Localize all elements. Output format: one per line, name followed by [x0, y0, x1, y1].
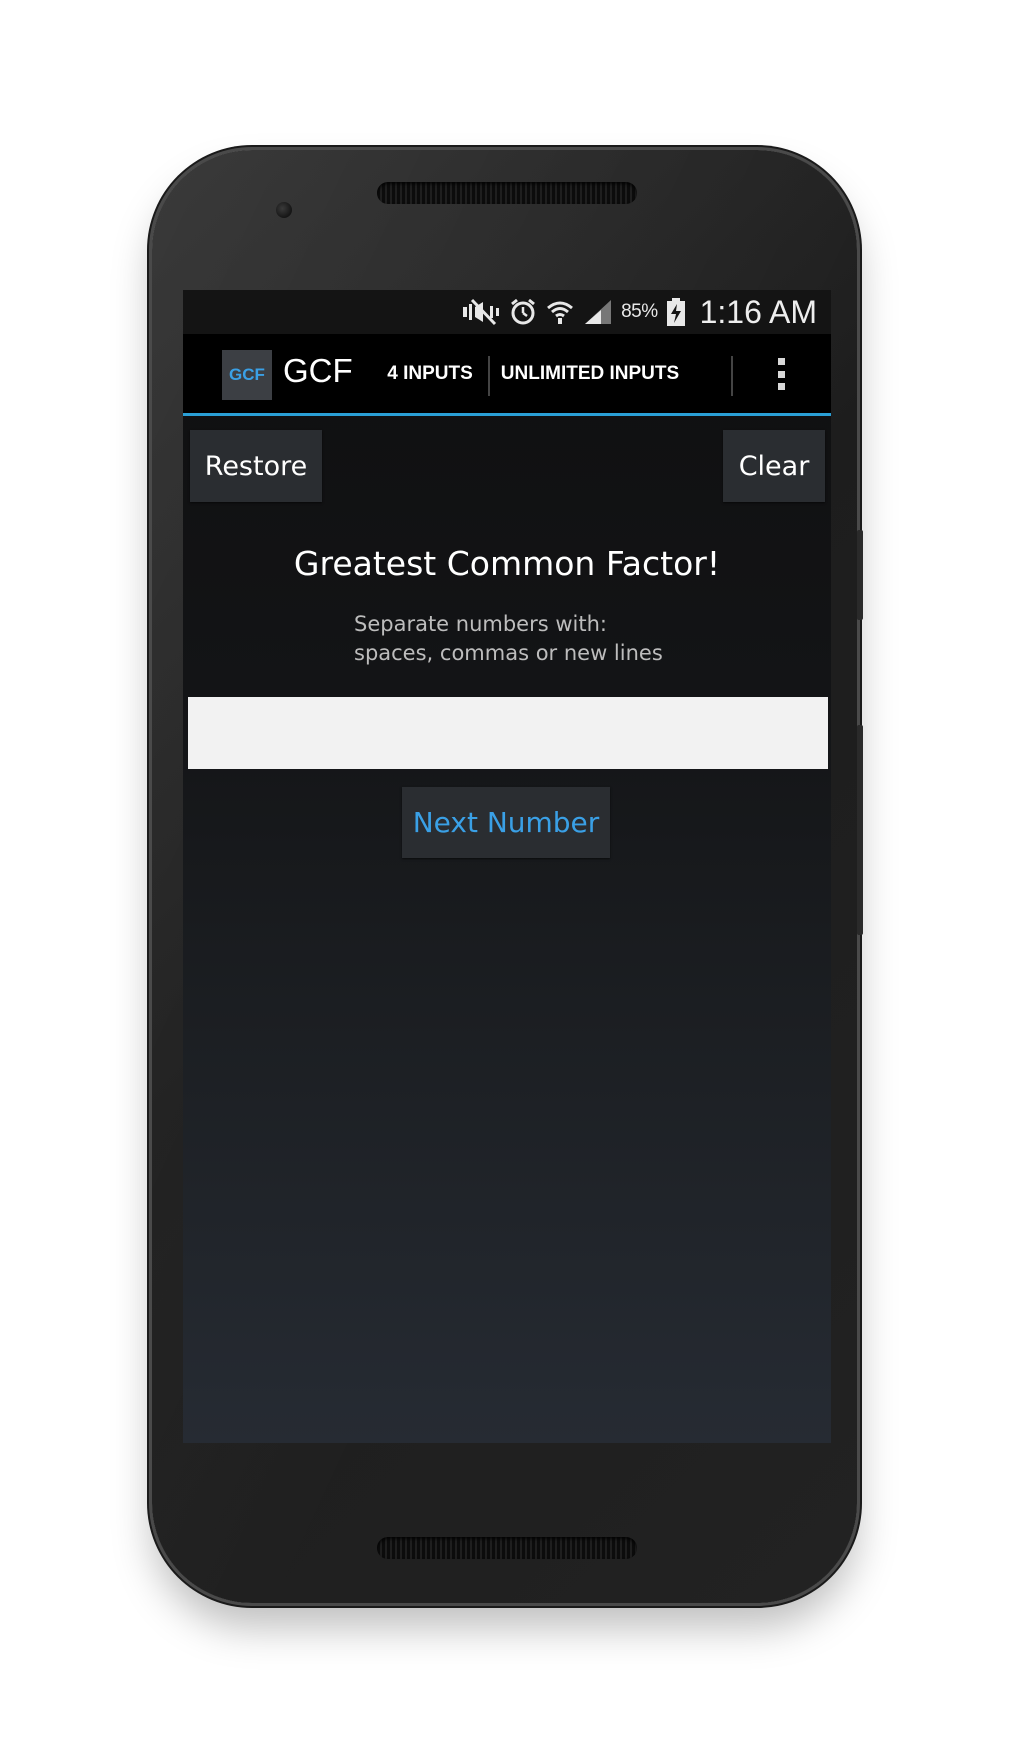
- instruction-line: Separate numbers with:: [354, 612, 607, 636]
- alarm-icon: [509, 297, 537, 327]
- tab-4-inputs[interactable]: 4 INPUTS: [373, 334, 487, 413]
- bottom-speaker-grille: [377, 1537, 637, 1559]
- page-title: Greatest Common Factor!: [293, 544, 721, 583]
- signal-icon: [583, 297, 613, 327]
- battery-charging-icon: [666, 297, 686, 327]
- volume-rocker: [857, 725, 863, 935]
- status-bar: 85% 1:16 AM: [183, 290, 831, 334]
- top-speaker-grille: [377, 182, 637, 204]
- power-button: [857, 530, 863, 620]
- battery-percentage: 85%: [621, 301, 658, 322]
- clear-button[interactable]: Clear: [723, 430, 825, 502]
- next-number-button[interactable]: Next Number: [402, 787, 610, 858]
- action-bar: GCF GCF 4 INPUTS UNLIMITED INPUTS: [183, 334, 831, 416]
- instruction-line: spaces, commas or new lines: [354, 641, 663, 665]
- more-vert-icon[interactable]: [771, 354, 791, 394]
- wifi-icon: [545, 297, 575, 327]
- mute-icon: [461, 297, 501, 327]
- numbers-input[interactable]: [188, 697, 828, 769]
- tab-unlimited-inputs[interactable]: UNLIMITED INPUTS: [497, 334, 683, 413]
- instructions-text: Separate numbers with: spaces, commas or…: [354, 610, 663, 668]
- restore-button[interactable]: Restore: [190, 430, 322, 502]
- tab-divider: [731, 356, 733, 396]
- app-screen: 85% 1:16 AM GCF GCF 4 INPUTS UNLIMITED I…: [183, 290, 831, 1443]
- app-title: GCF: [283, 352, 353, 389]
- tab-divider: [488, 356, 490, 396]
- app-logo-icon[interactable]: GCF: [222, 350, 272, 400]
- front-camera: [276, 202, 292, 218]
- status-clock: 1:16 AM: [699, 293, 817, 330]
